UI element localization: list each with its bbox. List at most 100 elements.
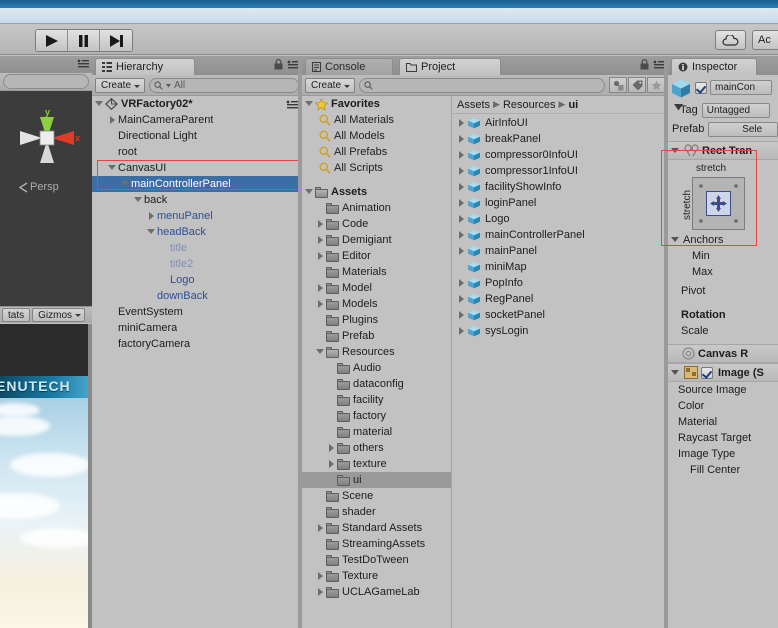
assets-expand-arrow[interactable]	[304, 184, 315, 200]
expand-arrow[interactable]	[456, 307, 467, 323]
project-create-button[interactable]: Create	[305, 78, 355, 93]
prefab-dropdown-icon[interactable]	[674, 104, 683, 111]
rect-transform-header[interactable]: Rect Tran	[668, 141, 778, 160]
project-folder-item[interactable]: Animation	[302, 200, 451, 216]
expand-arrow[interactable]	[456, 163, 467, 179]
favorites-item[interactable]: All Materials	[302, 112, 451, 128]
scene-orientation-gizmo[interactable]: y x	[12, 107, 82, 171]
project-asset-item[interactable]: facilityShowInfo	[452, 179, 668, 195]
project-folder-item[interactable]: ui	[302, 472, 451, 488]
hierarchy-item[interactable]: root	[92, 144, 302, 160]
search-dropdown-icon[interactable]	[166, 83, 171, 88]
project-folder-item[interactable]: Texture	[302, 568, 451, 584]
game-view-panel[interactable]: ENUTECH	[0, 324, 92, 628]
project-folder-item[interactable]: Prefab	[302, 328, 451, 344]
hierarchy-item[interactable]: title2	[92, 256, 302, 272]
hierarchy-item[interactable]: downBack	[92, 288, 302, 304]
image-field-row[interactable]: Source Image	[668, 382, 778, 398]
anchors-foldout-row[interactable]: Anchors	[668, 232, 778, 248]
image-foldout-arrow[interactable]	[670, 365, 681, 381]
favorites-item[interactable]: All Prefabs	[302, 144, 451, 160]
project-folder-item[interactable]: StreamingAssets	[302, 536, 451, 552]
project-folder-item[interactable]: Demigiant	[302, 232, 451, 248]
hierarchy-search-input[interactable]: All	[149, 78, 299, 93]
account-button[interactable]: Ac	[752, 30, 778, 50]
project-folder-item[interactable]: Models	[302, 296, 451, 312]
expand-arrow[interactable]	[315, 296, 326, 312]
image-component-header[interactable]: Image (S	[668, 363, 778, 382]
project-folder-item[interactable]: shader	[302, 504, 451, 520]
hierarchy-create-button[interactable]: Create	[95, 78, 145, 93]
expand-arrow[interactable]	[456, 211, 467, 227]
expand-arrow[interactable]	[315, 568, 326, 584]
project-asset-item[interactable]: breakPanel	[452, 131, 668, 147]
project-search-input[interactable]	[359, 78, 605, 93]
project-asset-item[interactable]: RegPanel	[452, 291, 668, 307]
image-field-row[interactable]: Fill Center	[668, 462, 778, 478]
game-view-menu-icon[interactable]	[76, 293, 88, 302]
project-folder-item[interactable]: UCLAGameLab	[302, 584, 451, 600]
project-folder-item[interactable]: Code	[302, 216, 451, 232]
filter-by-type-button[interactable]	[609, 77, 627, 93]
hierarchy-item[interactable]: headBack	[92, 224, 302, 240]
project-asset-list-column[interactable]: Assets ▶ Resources ▶ ui AirInfoUIbreakPa…	[452, 96, 668, 628]
lock-icon[interactable]	[274, 59, 283, 70]
favorites-item[interactable]: All Scripts	[302, 160, 451, 176]
favorites-item[interactable]: All Models	[302, 128, 451, 144]
expand-arrow[interactable]	[456, 243, 467, 259]
image-enabled-checkbox[interactable]	[701, 367, 713, 379]
project-folder-item[interactable]: others	[302, 440, 451, 456]
expand-arrow[interactable]	[315, 584, 326, 600]
favorite-filter-button[interactable]	[647, 77, 665, 93]
breadcrumb-item-current[interactable]: ui	[568, 99, 578, 111]
tab-inspector[interactable]: Inspector	[671, 58, 757, 75]
expand-arrow[interactable]	[315, 344, 326, 360]
project-folder-item[interactable]: Editor	[302, 248, 451, 264]
favorites-expand-arrow[interactable]	[304, 96, 315, 112]
hierarchy-item[interactable]: title	[92, 240, 302, 256]
breadcrumb-item[interactable]: Assets	[457, 99, 490, 111]
assets-root-row[interactable]: Assets	[302, 184, 451, 200]
hierarchy-item[interactable]: back	[92, 192, 302, 208]
prefab-select-button[interactable]: Sele	[708, 122, 778, 137]
anchors-foldout-arrow[interactable]	[670, 232, 681, 248]
expand-arrow[interactable]	[107, 160, 118, 176]
expand-arrow[interactable]	[315, 216, 326, 232]
project-asset-item[interactable]: loginPanel	[452, 195, 668, 211]
project-asset-item[interactable]: miniMap	[452, 259, 668, 275]
object-name-field[interactable]: mainCon	[710, 80, 772, 95]
project-folder-item[interactable]: Materials	[302, 264, 451, 280]
hierarchy-scene-row[interactable]: VRFactory02*	[92, 96, 302, 112]
tab-console[interactable]: Console	[305, 58, 393, 75]
expand-arrow[interactable]	[456, 131, 467, 147]
project-folder-item[interactable]: Resources	[302, 344, 451, 360]
expand-arrow[interactable]	[456, 179, 467, 195]
project-asset-item[interactable]: compressor1InfoUI	[452, 163, 668, 179]
hierarchy-item[interactable]: Logo	[92, 272, 302, 288]
expand-arrow[interactable]	[456, 275, 467, 291]
project-asset-item[interactable]: sysLogin	[452, 323, 668, 339]
expand-arrow[interactable]	[456, 115, 467, 131]
canvas-renderer-header[interactable]: Canvas R	[668, 344, 778, 363]
project-folder-item[interactable]: Plugins	[302, 312, 451, 328]
hierarchy-item[interactable]: Directional Light	[92, 128, 302, 144]
cloud-services-button[interactable]	[715, 30, 746, 50]
scene-viewport[interactable]: y x Persp	[0, 91, 92, 308]
rect-transform-foldout-arrow[interactable]	[670, 143, 681, 159]
project-asset-item[interactable]: AirInfoUI	[452, 115, 668, 131]
tab-project[interactable]: Project	[399, 58, 501, 75]
expand-arrow[interactable]	[133, 192, 144, 208]
hierarchy-item[interactable]: MainCameraParent	[92, 112, 302, 128]
image-field-row[interactable]: Color	[668, 398, 778, 414]
anchor-preset-button[interactable]	[692, 177, 745, 230]
scene-expand-arrow[interactable]	[94, 96, 105, 112]
expand-arrow[interactable]	[146, 208, 157, 224]
project-asset-item[interactable]: mainPanel	[452, 243, 668, 259]
expand-arrow[interactable]	[456, 291, 467, 307]
breadcrumb-item[interactable]: Resources	[503, 99, 556, 111]
image-field-row[interactable]: Image Type	[668, 446, 778, 462]
expand-arrow[interactable]	[315, 248, 326, 264]
project-asset-item[interactable]: mainControllerPanel	[452, 227, 668, 243]
expand-arrow[interactable]	[315, 232, 326, 248]
expand-arrow[interactable]	[456, 195, 467, 211]
